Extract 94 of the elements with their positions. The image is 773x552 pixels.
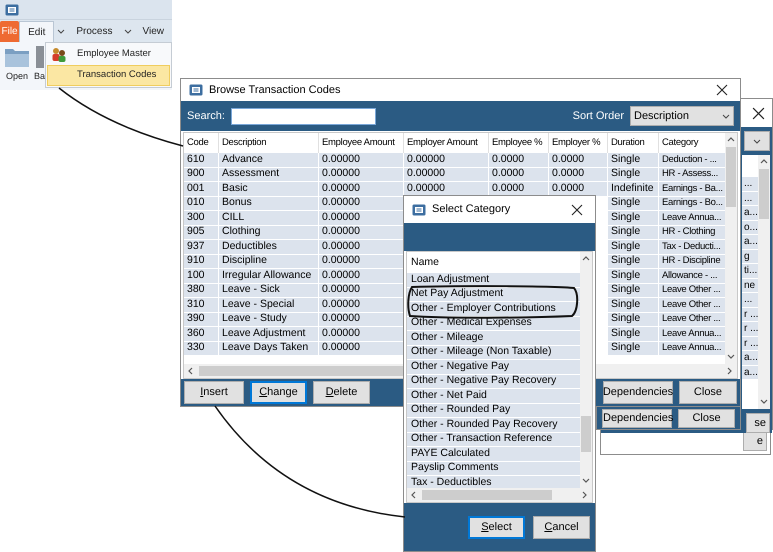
table-cell: a... <box>742 366 758 380</box>
table-cell: Basic <box>219 182 319 196</box>
table-cell: 0.0000 <box>549 153 608 168</box>
table-cell: 610 <box>184 153 219 168</box>
table-cell: a... <box>742 206 758 220</box>
table-cell: 0.00000 <box>404 153 489 168</box>
table-cell: HR - Discipline <box>659 254 725 269</box>
table-cell: Single <box>608 168 659 182</box>
table-cell: 300 <box>184 211 219 226</box>
table-cell: ne <box>742 278 758 293</box>
table-cell: Earnings - Bo... <box>659 196 725 211</box>
table-cell: Leave Days Taken <box>219 342 319 356</box>
table-cell: 360 <box>184 327 219 342</box>
table-cell: 937 <box>184 240 219 254</box>
table-cell: 0.00000 <box>319 342 404 356</box>
sort-order-label: Sort Order <box>572 108 624 124</box>
table-cell: Leave Annua... <box>659 327 725 342</box>
table-cell: a... <box>742 235 758 250</box>
table-cell: Bonus <box>219 196 319 211</box>
table-cell: 0.00000 <box>319 196 404 211</box>
table-cell: Clothing <box>219 226 319 240</box>
table-cell: 100 <box>184 269 219 284</box>
table-cell: Single <box>608 327 659 342</box>
table-cell: Single <box>608 211 659 226</box>
table-cell: r ... <box>742 336 758 351</box>
table-cell: Discipline <box>219 254 319 269</box>
table-cell: Irregular Allowance <box>219 269 319 284</box>
table-cell: ... <box>742 177 758 192</box>
table-cell: r ... <box>742 322 758 336</box>
table-cell: 0.00000 <box>404 168 489 182</box>
table-cell: 0.00000 <box>319 182 404 196</box>
window-title: Select Category <box>432 202 512 218</box>
table-cell: 390 <box>184 312 219 327</box>
table-cell: 0.00000 <box>319 284 404 298</box>
window-title: Browse Transaction Codes <box>209 82 342 98</box>
table-cell: g <box>742 250 758 264</box>
table-cell: 0.00000 <box>319 254 404 269</box>
table-cell: Leave - Sick <box>219 284 319 298</box>
table-cell: Single <box>608 254 659 269</box>
table-cell: Leave Annua... <box>659 211 725 226</box>
table-cell: 380 <box>184 284 219 298</box>
table-cell: Leave Annua... <box>659 342 725 356</box>
table-cell: 0.0000 <box>549 168 608 182</box>
table-cell: 001 <box>184 182 219 196</box>
table-cell: 0.00000 <box>319 240 404 254</box>
table-cell: Assessment <box>219 168 319 182</box>
table-cell: Deduction - ... <box>659 153 725 168</box>
table-cell: 0.00000 <box>319 269 404 284</box>
table-cell: a... <box>742 351 758 366</box>
table-cell: 0.00000 <box>319 298 404 312</box>
table-cell: Single <box>608 298 659 312</box>
table-cell: 910 <box>184 254 219 269</box>
search-label: Search: <box>187 108 225 124</box>
table-cell: Advance <box>219 153 319 168</box>
table-cell: Leave Other ... <box>659 312 725 327</box>
table-cell: Indefinite <box>608 182 659 196</box>
table-cell: Single <box>608 342 659 356</box>
table-cell: HR - Clothing <box>659 226 725 240</box>
table-cell: Leave Adjustment <box>219 327 319 342</box>
table-cell: Tax - Deducti... <box>659 240 725 254</box>
table-cell: r ... <box>742 308 758 322</box>
table-cell: Single <box>608 312 659 327</box>
table-cell: Single <box>608 284 659 298</box>
table-cell: 0.0000 <box>489 168 549 182</box>
table-cell: 0.0000 <box>489 153 549 168</box>
table-cell: CILL <box>219 211 319 226</box>
table-cell: o... <box>742 220 758 235</box>
table-cell: ti... <box>742 264 758 278</box>
table-cell: 0.00000 <box>319 211 404 226</box>
table-cell: 0.00000 <box>319 312 404 327</box>
table-cell: 905 <box>184 226 219 240</box>
table-cell: ... <box>742 192 758 206</box>
table-cell: Single <box>608 226 659 240</box>
table-cell: 310 <box>184 298 219 312</box>
table-cell: 0.00000 <box>319 226 404 240</box>
table-cell: Leave - Study <box>219 312 319 327</box>
table-cell: Single <box>608 153 659 168</box>
table-cell: HR - Assess... <box>659 168 725 182</box>
table-cell: Leave - Special <box>219 298 319 312</box>
table-cell: Single <box>608 240 659 254</box>
table-cell: 330 <box>184 342 219 356</box>
table-cell: Allowance - ... <box>659 269 725 284</box>
table-cell: 010 <box>184 196 219 211</box>
table-cell: 0.00000 <box>319 153 404 168</box>
table-cell: ... <box>742 293 758 308</box>
table-cell: Deductibles <box>219 240 319 254</box>
table-cell: 900 <box>184 168 219 182</box>
table-cell: Single <box>608 196 659 211</box>
table-cell: 0.00000 <box>319 327 404 342</box>
table-cell: 0.00000 <box>319 168 404 182</box>
table-cell: Leave Other ... <box>659 298 725 312</box>
table-cell: Single <box>608 269 659 284</box>
table-cell: Leave Other ... <box>659 284 725 298</box>
table-cell: Earnings - Ba... <box>659 182 725 196</box>
